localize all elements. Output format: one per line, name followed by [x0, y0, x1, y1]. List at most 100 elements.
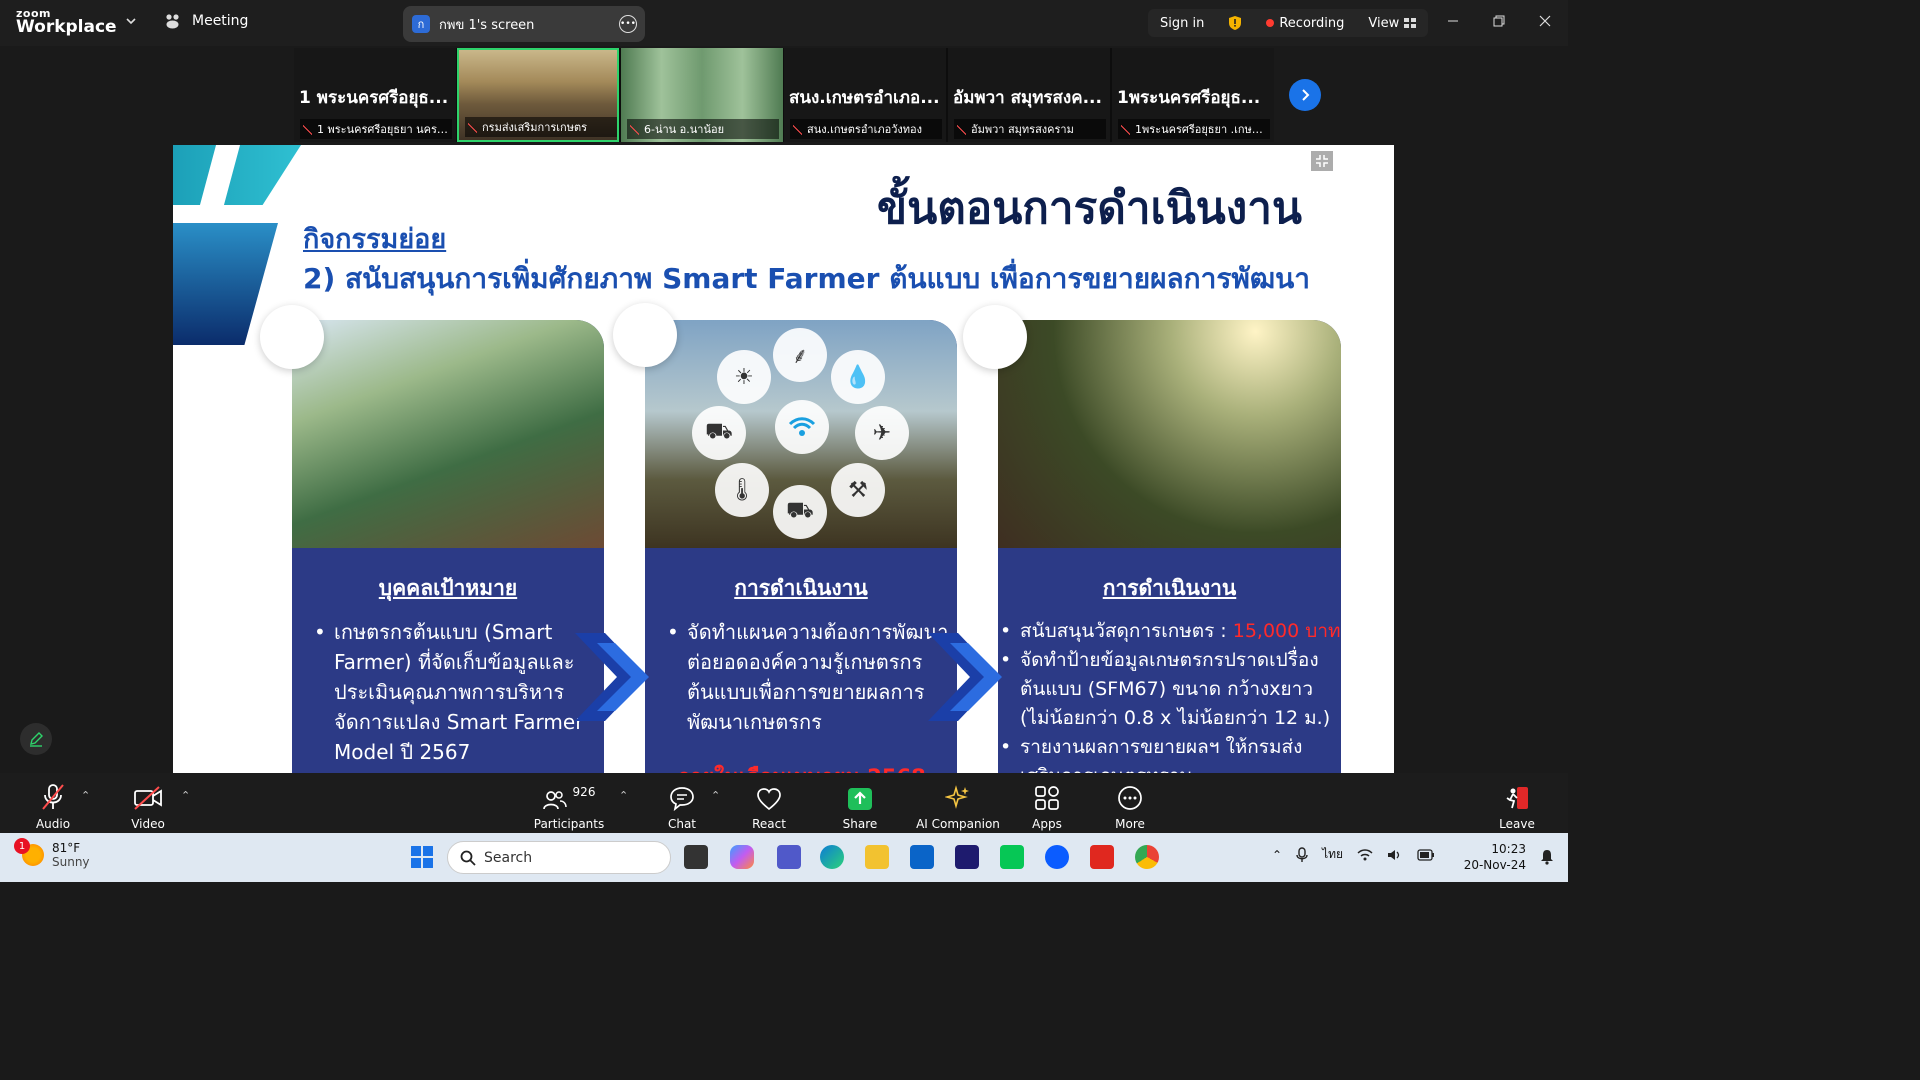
wheat-icon: ⸙ [773, 328, 827, 382]
chat-options-caret-icon[interactable]: ⌃ [711, 789, 720, 802]
video-button[interactable]: Video [108, 781, 188, 831]
participant-tile[interactable]: 1 พระนครศรีอยุธ... 1 พระนครศรีอยุธยา นคร… [294, 48, 456, 142]
screen-share-indicator[interactable]: ก กพข 1's screen ••• [403, 6, 645, 42]
participant-tile[interactable]: 6-น่าน อ.นาน้อย [621, 48, 783, 142]
apps-button[interactable]: Apps [1007, 781, 1087, 831]
line-app-icon[interactable] [1000, 845, 1024, 869]
participants-options-caret-icon[interactable]: ⌃ [619, 789, 628, 802]
system-clock[interactable]: 10:23 20-Nov-24 [1464, 841, 1526, 873]
card-bullets: เกษตรกรต้นแบบ (Smart Farmer) ที่จัดเก็บข… [314, 617, 604, 767]
participant-tile[interactable]: สนง.เกษตรอำเภอ... สนง.เกษตรอำเภอวังทอง [784, 48, 946, 142]
participant-tile[interactable]: อัมพวา สมุทรสงค... อัมพวา สมุทรสงคราม [948, 48, 1110, 142]
screen-share-title: กพข 1's screen [439, 17, 535, 33]
minimize-icon[interactable] [1430, 0, 1476, 42]
teams-icon[interactable] [777, 845, 801, 869]
share-button[interactable]: Share [820, 781, 900, 831]
copilot-icon[interactable] [730, 845, 754, 869]
pen-app-icon[interactable] [955, 845, 979, 869]
zoom-workplace-logo: zoom Workplace [16, 8, 117, 36]
chat-button[interactable]: Chat [642, 781, 722, 831]
card-title: การดำเนินงาน [1102, 576, 1237, 600]
clock-time: 10:23 [1491, 842, 1526, 856]
taskbar-search-input[interactable]: Search [447, 841, 671, 874]
view-button[interactable]: View [1356, 9, 1428, 37]
input-language-indicator[interactable]: ไทย [1322, 845, 1343, 864]
slide-title: ขั้นตอนการดำเนินงาน [877, 183, 1302, 234]
ai-companion-button[interactable]: AI Companion [908, 781, 1008, 831]
exit-fullscreen-icon[interactable] [1311, 151, 1333, 171]
participants-label: Participants [533, 817, 605, 831]
microphone-icon[interactable] [1296, 846, 1308, 863]
card-bullets: จัดทำแผนความต้องการพัฒนาต่อยอดองค์ความรู… [667, 617, 957, 737]
audio-options-caret-icon[interactable]: ⌃ [81, 789, 90, 802]
participant-tile-active-speaker[interactable]: กรมส่งเสริมการเกษตร [457, 48, 619, 142]
harvester-icon: ⛟ [773, 485, 827, 539]
system-tray: ⌃ ไทย [1272, 845, 1435, 864]
wifi-icon[interactable] [1357, 848, 1373, 862]
farmer-icon: ⚒ [831, 463, 885, 517]
video-off-icon [134, 786, 162, 810]
operation-card: ☀ ⸙ 💧 ⛟ ✈ 🌡 ⛟ ⚒ การดำเนินงาน จัดทำแผนควา… [645, 320, 957, 773]
recording-indicator[interactable]: Recording [1254, 9, 1356, 37]
leave-icon [1506, 787, 1528, 809]
smart-farm-icons-photo: ☀ ⸙ 💧 ⛟ ✈ 🌡 ⛟ ⚒ [645, 320, 957, 548]
windows-taskbar: 1 81°F Sunny Search ⌃ ไทย 10:23 20-Nov-2… [0, 833, 1568, 882]
outlook-icon[interactable] [910, 845, 934, 869]
slide-bubble [613, 303, 677, 367]
close-icon[interactable] [1522, 0, 1568, 42]
farmer-tablet-photo [292, 320, 604, 548]
participant-name: 6-น่าน อ.นาน้อย [627, 119, 779, 139]
chrome-browser-icon[interactable] [1135, 845, 1159, 869]
participants-count: 926 [572, 785, 596, 799]
meeting-toolbar: Audio ⌃ Video ⌃ 926 Participants ⌃ Chat … [0, 773, 1568, 833]
card-bullets: สนับสนุนวัสดุการเกษตร : 15,000 บาท จัดทำ… [1000, 617, 1341, 773]
search-icon [460, 850, 476, 866]
participants-button[interactable]: 926 Participants [529, 781, 609, 831]
restore-icon[interactable] [1476, 0, 1522, 42]
card-title: การดำเนินงาน [734, 576, 868, 600]
sharer-avatar: ก [412, 15, 430, 33]
weather-widget[interactable]: 1 81°F Sunny [14, 838, 90, 869]
slide-bubble [260, 305, 324, 369]
more-options-icon[interactable]: ••• [619, 15, 637, 33]
participant-name: 1พระนครศรีอยุธยา .เกษตร... [1118, 119, 1270, 139]
zoom-app-icon[interactable] [1045, 845, 1069, 869]
react-button[interactable]: React [729, 781, 809, 831]
participant-tile[interactable]: 1พระนครศรีอยุธ... 1พระนครศรีอยุธยา .เกษต… [1112, 48, 1274, 142]
water-drop-icon: 💧 [831, 350, 885, 404]
more-button[interactable]: More [1090, 781, 1170, 831]
edge-browser-icon[interactable] [820, 845, 844, 869]
windows-start-icon[interactable] [410, 845, 434, 869]
leave-button[interactable]: Leave [1477, 781, 1557, 831]
file-explorer-icon[interactable] [865, 845, 889, 869]
apps-label: Apps [1032, 817, 1062, 831]
sunny-weather-icon: 1 [14, 838, 44, 866]
next-page-arrow-icon[interactable] [1289, 79, 1321, 111]
video-options-caret-icon[interactable]: ⌃ [181, 789, 190, 802]
slide-heading: 2) สนับสนุนการเพิ่มศักยภาพ Smart Farmer … [303, 262, 1311, 295]
microphone-muted-icon [42, 784, 64, 810]
security-shield-icon[interactable] [1216, 9, 1254, 37]
sparkle-icon [945, 785, 969, 809]
meeting-menu[interactable]: Meeting [164, 13, 248, 29]
battery-icon[interactable] [1417, 848, 1435, 861]
participant-name: สนง.เกษตรอำเภอวังทอง [790, 119, 942, 139]
notification-bell-icon[interactable] [1540, 849, 1554, 865]
show-hidden-icons-chevron-icon[interactable]: ⌃ [1272, 848, 1282, 862]
more-dots-icon [1118, 786, 1142, 810]
task-view-icon[interactable] [684, 845, 708, 869]
thermometer-icon: 🌡 [715, 463, 769, 517]
wifi-icon [775, 400, 829, 454]
chevron-down-icon[interactable] [124, 14, 138, 28]
sign-in-button[interactable]: Sign in [1148, 9, 1216, 37]
participant-name: กรมส่งเสริมการเกษตร [465, 117, 617, 137]
participants-icon [542, 791, 567, 810]
seedling-soil-photo [998, 320, 1341, 548]
audio-label: Audio [35, 817, 71, 831]
share-screen-icon [848, 788, 872, 810]
annotate-pen-icon[interactable] [20, 723, 52, 755]
leave-label: Leave [1499, 817, 1535, 831]
acrobat-icon[interactable] [1090, 845, 1114, 869]
volume-icon[interactable] [1387, 848, 1403, 862]
window-controls [1430, 0, 1568, 42]
